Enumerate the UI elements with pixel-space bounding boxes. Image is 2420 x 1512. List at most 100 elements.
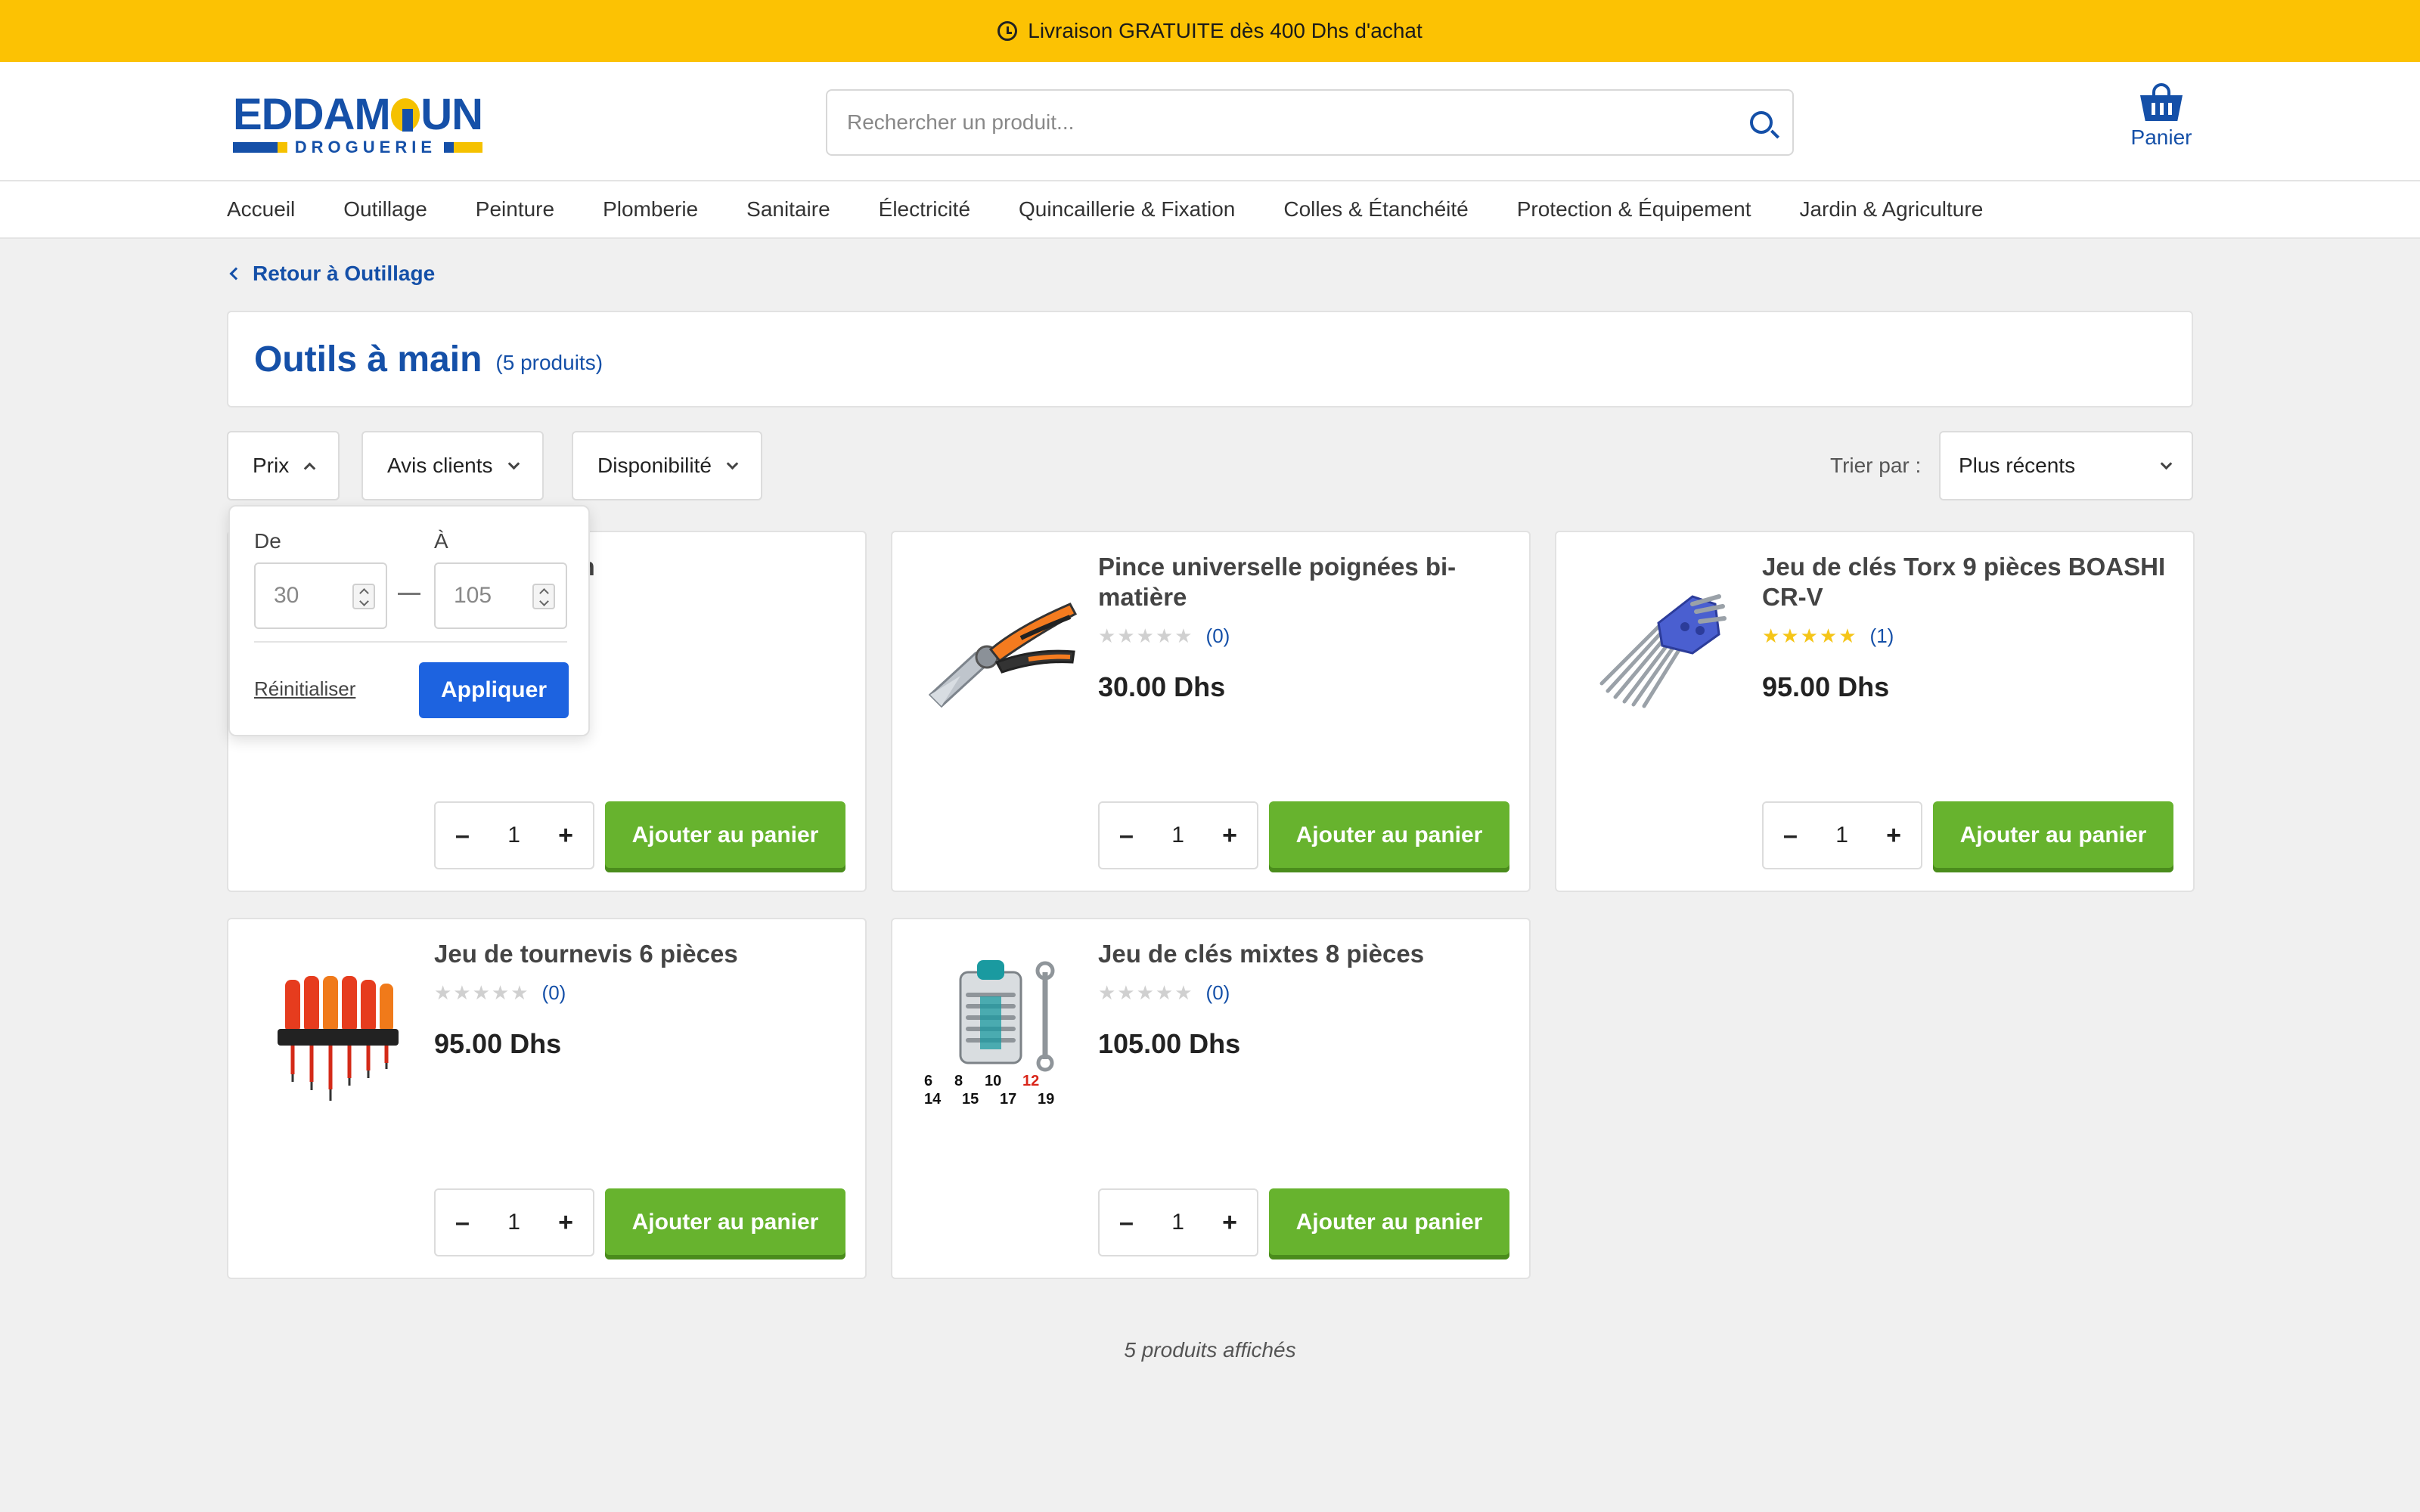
- quantity-stepper: – 1 +: [1098, 801, 1258, 869]
- back-link-label: Retour à Outillage: [253, 262, 436, 285]
- review-count[interactable]: (0): [542, 981, 566, 1005]
- nav-item-protection[interactable]: Protection & Équipement: [1517, 197, 1751, 222]
- quantity-value[interactable]: 1: [1171, 823, 1184, 848]
- increase-button[interactable]: +: [558, 821, 573, 850]
- search-input[interactable]: Rechercher un produit...: [847, 110, 1750, 135]
- review-count[interactable]: (0): [1206, 981, 1230, 1005]
- nav-item-colles[interactable]: Colles & Étanchéité: [1283, 197, 1468, 222]
- spinner-icon[interactable]: [352, 584, 375, 609]
- nav-item-plomberie[interactable]: Plomberie: [603, 197, 698, 222]
- price-filter-dropdown: De À 30 105 Réinitialiser Appliquer: [228, 505, 590, 736]
- category-header: Outils à main (5 produits): [227, 311, 2193, 407]
- logo-word-1: EDDAM: [233, 90, 391, 139]
- filter-price-button[interactable]: Prix: [227, 431, 340, 500]
- sort-select[interactable]: Plus récents: [1939, 431, 2193, 500]
- reset-button[interactable]: Réinitialiser: [254, 677, 355, 701]
- increase-button[interactable]: +: [1886, 821, 1901, 850]
- wrench-size-15: 15: [962, 1091, 979, 1108]
- product-card[interactable]: Jeu de clés Torx 9 pièces BOASHI CR-V ★★…: [1555, 531, 2195, 892]
- wrench-size-8: 8: [954, 1073, 963, 1089]
- chevron-down-icon: [507, 457, 520, 469]
- product-name[interactable]: Jeu de clés Torx 9 pièces BOASHI CR-V: [1762, 552, 2170, 612]
- add-to-cart-button[interactable]: Ajouter au panier: [605, 801, 845, 872]
- wrench-size-19: 19: [1038, 1091, 1054, 1108]
- filter-reviews-button[interactable]: Avis clients: [361, 431, 544, 500]
- star-rating-icon: ★★★★★: [1762, 624, 1858, 647]
- decrease-button[interactable]: –: [1783, 821, 1798, 850]
- filter-availability-button[interactable]: Disponibilité: [572, 431, 762, 500]
- site-header: EDDAM UN DROGUERIE Rechercher un produit.…: [0, 62, 2420, 181]
- chevron-left-icon: [229, 267, 243, 280]
- back-link[interactable]: Retour à Outillage: [229, 262, 436, 286]
- logo-word-2: UN: [420, 90, 483, 139]
- pliers-image[interactable]: [915, 562, 1081, 729]
- nav-item-sanitaire[interactable]: Sanitaire: [746, 197, 830, 222]
- add-to-cart-button[interactable]: Ajouter au panier: [1269, 1188, 1509, 1259]
- wrench-size-12: 12: [1022, 1073, 1039, 1089]
- nav-item-electricite[interactable]: Électricité: [879, 197, 970, 222]
- decrease-button[interactable]: –: [1119, 821, 1134, 850]
- category-nav: Accueil Outillage Peinture Plomberie San…: [0, 181, 2420, 239]
- product-card[interactable]: Pince universelle poignées bi-matière ★★…: [891, 531, 1531, 892]
- price-from-input[interactable]: 30: [254, 562, 387, 629]
- product-price: 105.00 Dhs: [1098, 1028, 1241, 1059]
- quantity-value[interactable]: 1: [1171, 1210, 1184, 1235]
- wrench-size-17: 17: [1000, 1091, 1016, 1108]
- page-title: Outils à main: [254, 339, 482, 380]
- torx-keys-image[interactable]: [1579, 562, 1745, 729]
- product-rating: ★★★★★ (1): [1762, 624, 1894, 648]
- decrease-button[interactable]: –: [1119, 1208, 1134, 1238]
- star-rating-icon: ★★★★★: [1098, 624, 1194, 647]
- cart-button[interactable]: Panier: [2124, 83, 2199, 150]
- product-price: 95.00 Dhs: [434, 1028, 562, 1059]
- nav-item-jardin[interactable]: Jardin & Agriculture: [1799, 197, 1983, 222]
- search-bar[interactable]: Rechercher un produit...: [826, 89, 1794, 156]
- product-card[interactable]: Jeu de tournevis 6 pièces ★★★★★ (0) 95.0…: [227, 918, 867, 1279]
- product-card[interactable]: 6 8 10 12 14 15 17 19 Jeu de clés mixtes…: [891, 918, 1531, 1279]
- price-from-value: 30: [274, 583, 299, 608]
- increase-button[interactable]: +: [1222, 1208, 1237, 1238]
- quantity-stepper: – 1 +: [434, 801, 594, 869]
- decrease-button[interactable]: –: [455, 821, 470, 850]
- nav-item-peinture[interactable]: Peinture: [476, 197, 554, 222]
- add-to-cart-button[interactable]: Ajouter au panier: [1269, 801, 1509, 872]
- divider: [254, 641, 567, 643]
- product-name[interactable]: Jeu de tournevis 6 pièces: [434, 939, 842, 969]
- increase-button[interactable]: +: [1222, 821, 1237, 850]
- price-to-value: 105: [454, 583, 492, 608]
- nav-item-accueil[interactable]: Accueil: [227, 197, 295, 222]
- products-shown-count: 5 produits affichés: [1124, 1338, 1296, 1362]
- apply-button[interactable]: Appliquer: [419, 662, 569, 718]
- price-from-label: De: [254, 529, 281, 553]
- price-to-input[interactable]: 105: [434, 562, 567, 629]
- increase-button[interactable]: +: [558, 1208, 573, 1238]
- screwdrivers-image[interactable]: [251, 950, 417, 1116]
- product-rating: ★★★★★ (0): [1098, 624, 1230, 648]
- quantity-value[interactable]: 1: [1835, 823, 1848, 848]
- search-icon[interactable]: [1750, 111, 1773, 134]
- quantity-stepper: – 1 +: [434, 1188, 594, 1256]
- product-name[interactable]: Jeu de clés mixtes 8 pièces: [1098, 939, 1506, 969]
- star-rating-icon: ★★★★★: [434, 981, 530, 1004]
- product-name[interactable]: Pince universelle poignées bi-matière: [1098, 552, 1506, 612]
- chevron-down-icon: [726, 457, 739, 469]
- review-count[interactable]: (0): [1206, 624, 1230, 648]
- clock-icon: [997, 21, 1018, 41]
- add-to-cart-button[interactable]: Ajouter au panier: [605, 1188, 845, 1259]
- filter-reviews-label: Avis clients: [387, 454, 493, 477]
- decrease-button[interactable]: –: [455, 1208, 470, 1238]
- promo-text: Livraison GRATUITE dès 400 Dhs d'achat: [1028, 19, 1423, 42]
- quantity-value[interactable]: 1: [507, 823, 520, 848]
- spinner-icon[interactable]: [532, 584, 555, 609]
- quantity-value[interactable]: 1: [507, 1210, 520, 1235]
- brand-logo[interactable]: EDDAM UN DROGUERIE: [233, 90, 483, 156]
- review-count[interactable]: (1): [1870, 624, 1894, 648]
- wrenches-image[interactable]: 6 8 10 12 14 15 17 19: [915, 950, 1081, 1116]
- product-rating: ★★★★★ (0): [434, 981, 566, 1005]
- chevron-up-icon: [303, 462, 316, 474]
- nav-item-outillage[interactable]: Outillage: [343, 197, 427, 222]
- product-price: 30.00 Dhs: [1098, 671, 1226, 702]
- nav-item-quincaillerie[interactable]: Quincaillerie & Fixation: [1019, 197, 1235, 222]
- filter-price-label: Prix: [253, 454, 290, 477]
- add-to-cart-button[interactable]: Ajouter au panier: [1933, 801, 2173, 872]
